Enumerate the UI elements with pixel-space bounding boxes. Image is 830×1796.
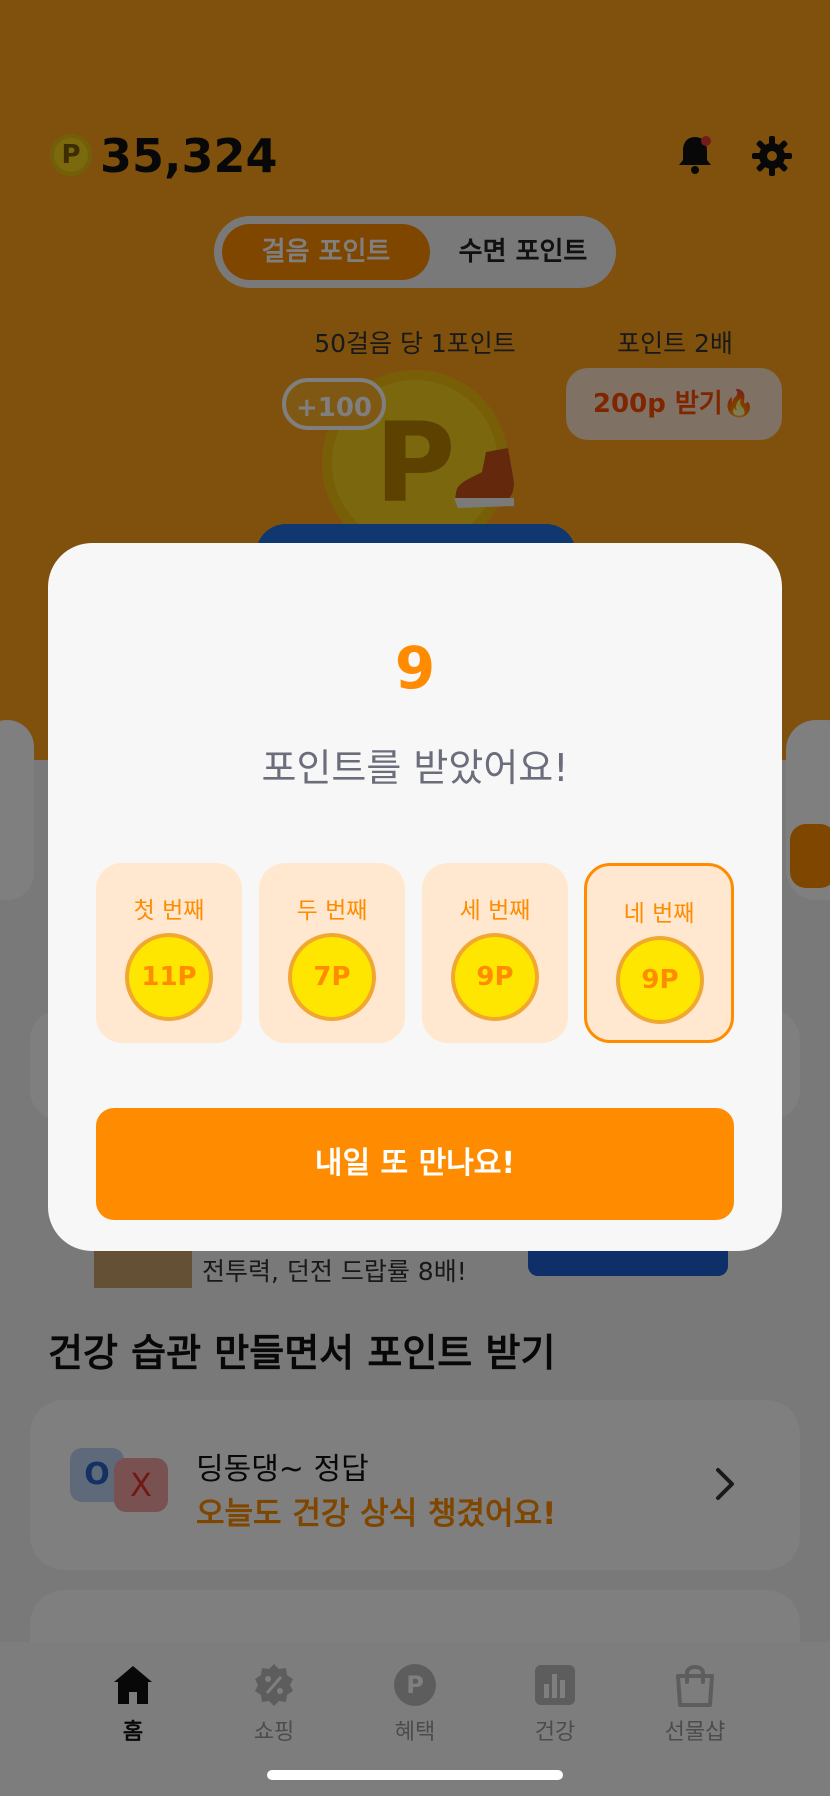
- attempt-label: 첫 번째: [133, 898, 205, 924]
- points-received-modal: 9 포인트를 받았어요! 첫 번째 11P 두 번째 7P 세 번째 9P 네 …: [48, 543, 782, 1251]
- attempt-label: 네 번째: [623, 901, 695, 927]
- attempt-coin: 9P: [455, 937, 535, 1017]
- attempt-coin: 7P: [292, 937, 372, 1017]
- attempt-coin: 9P: [620, 940, 700, 1020]
- attempt-card-2: 두 번째 7P: [259, 863, 405, 1043]
- attempt-card-4: 네 번째 9P: [584, 863, 734, 1043]
- see-you-tomorrow-button[interactable]: 내일 또 만나요!: [96, 1108, 734, 1220]
- attempt-label: 세 번째: [459, 898, 531, 924]
- app-screen: P 35,324 걸음 포인트 수면 포인트 50걸음 당 1포인트 포인트 2…: [0, 0, 830, 1796]
- home-indicator: [267, 1770, 563, 1780]
- attempt-card-3: 세 번째 9P: [422, 863, 568, 1043]
- attempt-label: 두 번째: [296, 898, 368, 924]
- modal-message: 포인트를 받았어요!: [261, 746, 569, 790]
- attempt-coin: 11P: [129, 937, 209, 1017]
- attempt-card-1: 첫 번째 11P: [96, 863, 242, 1043]
- earned-points: 9: [394, 634, 436, 702]
